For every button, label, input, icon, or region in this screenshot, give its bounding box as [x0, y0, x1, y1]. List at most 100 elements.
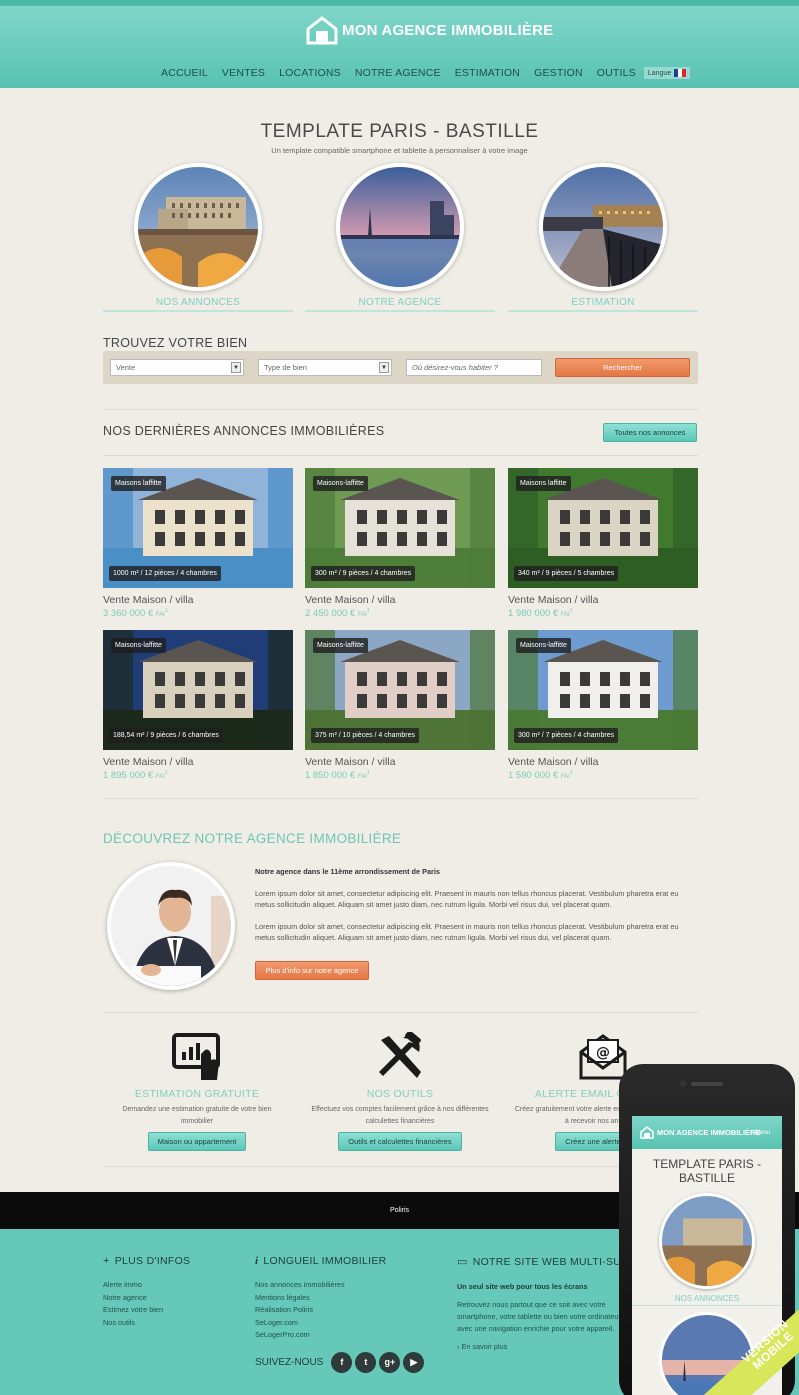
footer-link[interactable]: Nos outils: [103, 1317, 190, 1330]
listing-title[interactable]: Vente Maison / villa: [103, 756, 293, 768]
monitor-icon: ▭: [457, 1256, 468, 1268]
property-type-select-value: Type de bien: [264, 363, 307, 372]
footer-link[interactable]: SeLoger.com: [255, 1317, 387, 1330]
footer-link[interactable]: Notre agence: [103, 1292, 190, 1305]
chevron-down-icon: ▼: [379, 362, 389, 373]
listing-price-row: 3 360 000 € FAI1: [103, 608, 293, 619]
listing-card[interactable]: Maisons-laffitte 375 m² / 10 pièces / 4 c…: [305, 630, 495, 781]
transaction-select[interactable]: Vente ▼: [110, 359, 244, 376]
footer-more-link-label: En savoir plus: [461, 1342, 508, 1351]
property-type-select[interactable]: Type de bien ▼: [258, 359, 392, 376]
feature-title: NOS OUTILS: [366, 1088, 434, 1100]
footer-link[interactable]: Mentions légales: [255, 1292, 387, 1305]
hero-circle-agence[interactable]: NOTRE AGENCE: [305, 163, 495, 312]
nav-item-notre-agence[interactable]: NOTRE AGENCE: [355, 67, 441, 79]
footer-col-title: LONGUEIL IMMOBILIER: [263, 1255, 387, 1267]
hero-circle-label[interactable]: NOS ANNONCES: [103, 297, 293, 312]
footer-col-title: PLUS D'INFOS: [114, 1255, 191, 1267]
listing-photo[interactable]: Maisons-laffitte 188,54 m² / 9 pièces / 6…: [103, 630, 293, 750]
language-selector[interactable]: Langue: [643, 67, 691, 79]
paris-eiffel-image[interactable]: [336, 163, 464, 291]
listing-card[interactable]: Maisons-laffitte 188,54 m² / 9 pièces / 6…: [103, 630, 293, 781]
transaction-select-value: Vente: [116, 363, 136, 372]
nav-item-accueil[interactable]: ACCUEIL: [161, 67, 208, 79]
french-flag-icon: [674, 69, 687, 77]
tools-button[interactable]: Outils et calculettes financières: [338, 1132, 462, 1151]
hero-circle-estimation[interactable]: ESTIMATION: [508, 163, 698, 312]
latest-listings-title: NOS DERNIÈRES ANNONCES IMMOBILIÈRES: [103, 424, 385, 438]
listing-city-badge: Maisons-laffitte: [111, 638, 166, 653]
nav-item-locations[interactable]: LOCATIONS: [279, 67, 341, 79]
youtube-icon[interactable]: ▶: [403, 1352, 425, 1373]
poliris-link[interactable]: Poliris: [390, 1207, 409, 1214]
twitter-icon[interactable]: t: [355, 1352, 377, 1373]
listing-photo[interactable]: Maisons laffitte 340 m² / 9 pièces / 5 ch…: [508, 468, 698, 588]
location-input[interactable]: Où désirez-vous habiter ?: [406, 359, 542, 376]
listing-city-badge: Maisons-laffitte: [313, 476, 368, 491]
agency-description: Notre agence dans le 11ème arrondissemen…: [255, 866, 687, 954]
listing-fai-label: FAI: [155, 612, 165, 619]
hero-circle-label[interactable]: ESTIMATION: [508, 297, 698, 312]
listing-city-badge: Maisons-laffitte: [516, 638, 571, 653]
listing-details-badge: 375 m² / 10 pièces / 4 chambres: [311, 728, 419, 743]
listing-title[interactable]: Vente Maison / villa: [305, 594, 495, 606]
agency-more-button[interactable]: Plus d'info sur notre agence: [255, 961, 369, 980]
hero-circle-label[interactable]: NOTRE AGENCE: [305, 297, 495, 312]
listing-title[interactable]: Vente Maison / villa: [508, 756, 698, 768]
nav-item-gestion[interactable]: GESTION: [534, 67, 583, 79]
paris-bridge-image[interactable]: [134, 163, 262, 291]
footer-link[interactable]: Nos annonces immobilières: [255, 1279, 387, 1292]
site-logo[interactable]: MON AGENCE IMMOBILIÈRE: [306, 12, 553, 48]
listing-price: 1 590 000 €: [508, 770, 559, 782]
divider: [103, 409, 698, 410]
listing-photo[interactable]: Maisons laffitte 1000 m² / 12 pièces / 4 …: [103, 468, 293, 588]
language-label: Langue: [647, 69, 672, 77]
listing-title[interactable]: Vente Maison / villa: [305, 756, 495, 768]
listing-fai-label: FAI: [560, 612, 570, 619]
divider: [103, 798, 698, 799]
listing-title[interactable]: Vente Maison / villa: [508, 594, 698, 606]
listing-city-badge: Maisons laffitte: [111, 476, 166, 491]
chevron-down-icon: ▼: [231, 362, 241, 373]
footer-link[interactable]: SeLogerPro.com: [255, 1329, 387, 1342]
footer-link[interactable]: Estimez votre bien: [103, 1304, 190, 1317]
mobile-page-title: TEMPLATE PARIS - BASTILLE: [652, 1157, 762, 1185]
brand-name: MON AGENCE IMMOBILIÈRE: [342, 21, 554, 39]
listing-price-row: 2 450 000 € FAI1: [305, 608, 495, 619]
estimation-button[interactable]: Maison ou appartement: [147, 1132, 247, 1151]
nav-item-estimation[interactable]: ESTIMATION: [455, 67, 520, 79]
plus-icon: +: [103, 1255, 110, 1267]
google-plus-icon[interactable]: g+: [379, 1352, 401, 1373]
feature-description: Demandez une estimation gratuite de votr…: [122, 1106, 272, 1125]
phone-camera: [679, 1080, 686, 1087]
listing-fai-label: FAI: [155, 774, 165, 781]
mobile-bridge-image[interactable]: [659, 1193, 755, 1289]
footer-more-link[interactable]: › En savoir plus: [457, 1341, 632, 1353]
paris-bridge-night-image[interactable]: [539, 163, 667, 291]
mobile-circle-label[interactable]: NOS ANNONCES: [632, 1289, 782, 1306]
hero-circle-annonces[interactable]: NOS ANNONCES: [103, 163, 293, 312]
listing-fai-sup: 1: [366, 770, 370, 776]
listing-title[interactable]: Vente Maison / villa: [103, 594, 293, 606]
listing-card[interactable]: Maisons laffitte 1000 m² / 12 pièces / 4 …: [103, 468, 293, 619]
nav-item-outils[interactable]: OUTILS: [597, 67, 636, 79]
search-button[interactable]: Rechercher: [555, 358, 690, 377]
listing-card[interactable]: Maisons-laffitte 300 m² / 7 pièces / 4 ch…: [508, 630, 698, 781]
footer-link[interactable]: Alerte immo: [103, 1279, 190, 1292]
listing-card[interactable]: Maisons-laffitte 300 m² / 9 pièces / 4 ch…: [305, 468, 495, 619]
all-listings-button[interactable]: Toutes nos annonces: [603, 423, 697, 442]
feature-estimation: ESTIMATION GRATUITE Demandez une estimat…: [97, 1032, 297, 1151]
mobile-menu-button[interactable]: Menu: [755, 1130, 770, 1136]
listing-card[interactable]: Maisons laffitte 340 m² / 9 pièces / 5 ch…: [508, 468, 698, 619]
footer-link[interactable]: Réalisation Poliris: [255, 1304, 387, 1317]
nav-item-ventes[interactable]: VENTES: [222, 67, 265, 79]
facebook-icon[interactable]: f: [331, 1352, 353, 1373]
listing-fai-label: FAI: [560, 774, 570, 781]
site-header: MON AGENCE IMMOBILIÈRE ACCUEIL VENTES LO…: [0, 0, 799, 88]
listing-photo[interactable]: Maisons-laffitte 375 m² / 10 pièces / 4 c…: [305, 630, 495, 750]
listing-price: 2 450 000 €: [305, 608, 356, 620]
listing-photo[interactable]: Maisons-laffitte 300 m² / 7 pièces / 4 ch…: [508, 630, 698, 750]
feature-description: Effectuez vos comptes facilement grâce à…: [311, 1106, 489, 1125]
page-subtitle: Un template compatible smartphone et tab…: [271, 146, 528, 155]
listing-photo[interactable]: Maisons-laffitte 300 m² / 9 pièces / 4 ch…: [305, 468, 495, 588]
